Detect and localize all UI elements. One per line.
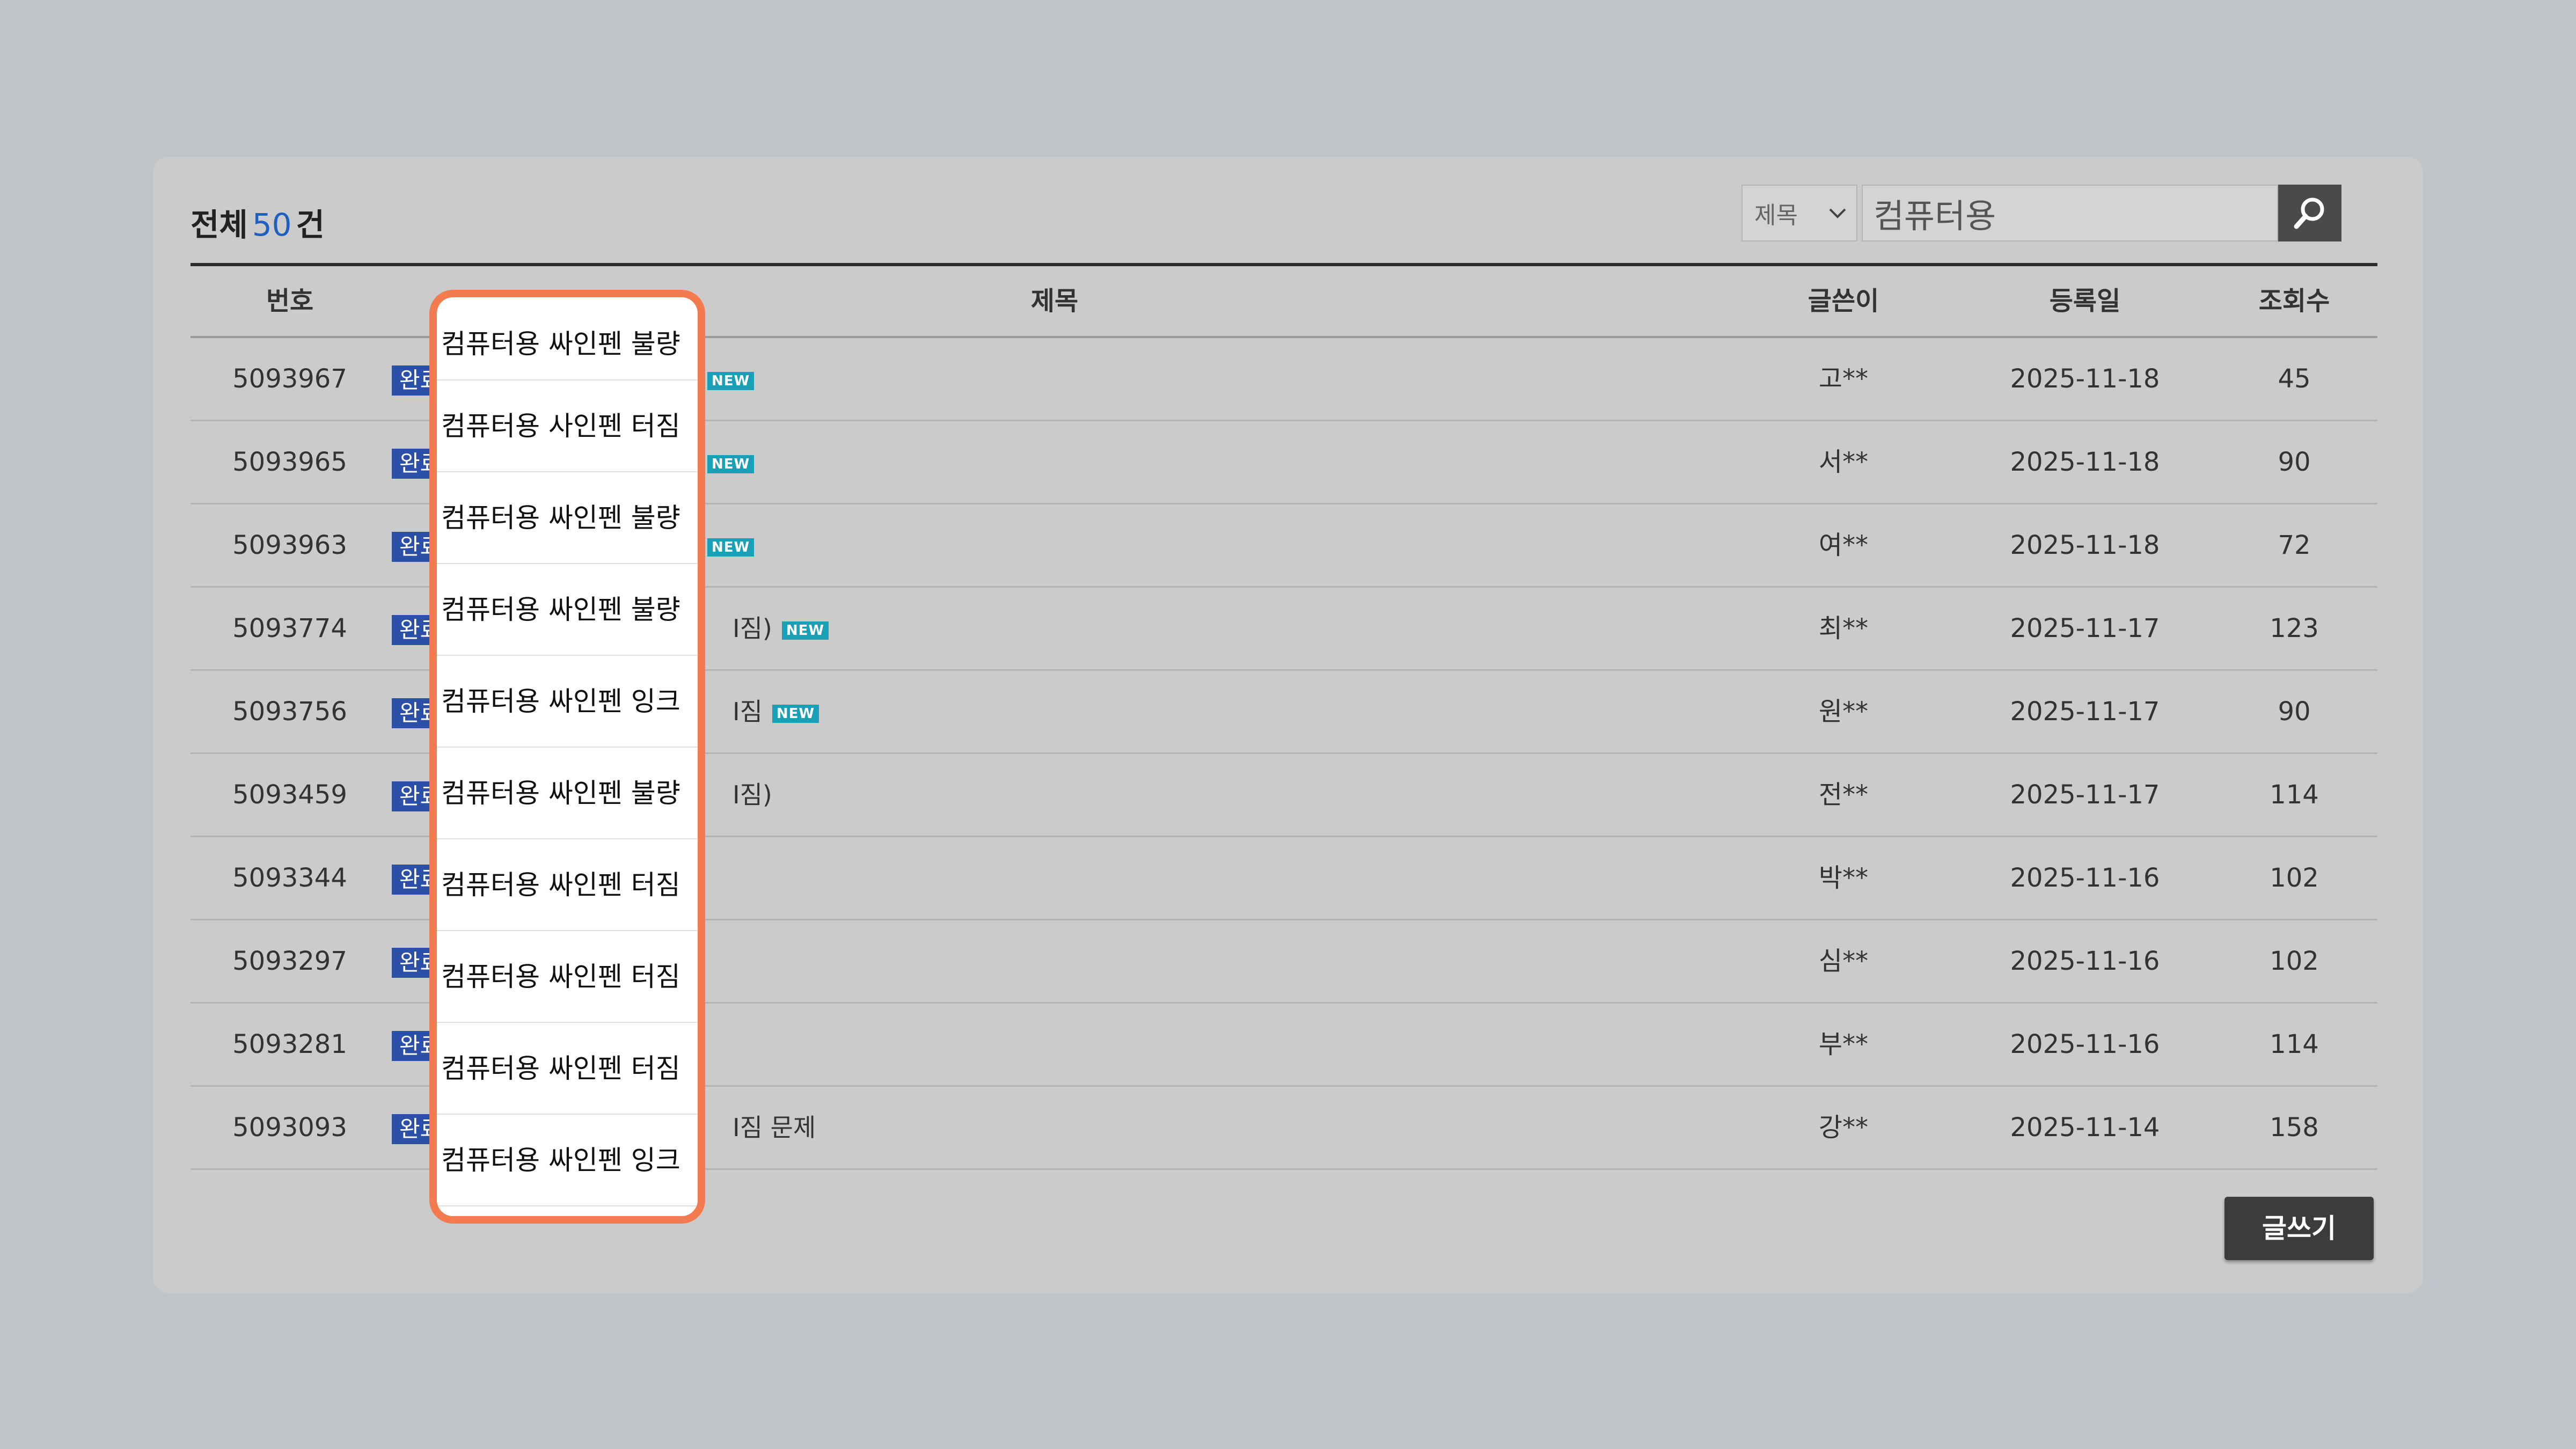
search-icon xyxy=(2294,197,2324,229)
popup-title-item[interactable]: 컴퓨터용 싸인펜 불량 xyxy=(437,297,698,380)
post-views: 72 xyxy=(2278,530,2311,560)
total-suffix: 건 xyxy=(296,207,325,243)
search-query: 컴퓨터용 xyxy=(1874,196,1996,236)
post-writer: 여** xyxy=(1818,530,1869,560)
post-number: 5093774 xyxy=(232,613,347,643)
post-writer: 강** xyxy=(1818,1113,1869,1143)
header-views: 조회수 xyxy=(2258,286,2330,316)
post-views: 90 xyxy=(2278,697,2311,727)
post-writer: 전** xyxy=(1818,780,1869,810)
post-views: 102 xyxy=(2270,946,2319,976)
post-number: 5093297 xyxy=(232,946,347,976)
post-number: 5093281 xyxy=(232,1029,347,1059)
post-writer: 원** xyxy=(1818,697,1869,727)
post-views: 158 xyxy=(2270,1113,2319,1143)
popup-title-item[interactable]: 컴퓨터용 싸인펜 불량 xyxy=(437,748,698,839)
total-count-label: 전체 50 건 xyxy=(191,200,325,245)
post-number: 5093459 xyxy=(232,780,347,810)
post-number: 5093344 xyxy=(232,863,347,893)
post-number: 5093093 xyxy=(232,1113,347,1143)
search-input[interactable]: 컴퓨터용 xyxy=(1862,185,2278,241)
search-button[interactable] xyxy=(2278,185,2341,241)
post-views: 114 xyxy=(2270,780,2319,810)
post-date: 2025-11-18 xyxy=(2010,530,2160,560)
popup-title-item[interactable]: 컴퓨터용 싸인펜 잉크 xyxy=(437,1115,698,1206)
new-badge: NEW xyxy=(707,538,755,557)
post-views: 123 xyxy=(2270,613,2319,643)
post-date: 2025-11-16 xyxy=(2010,1029,2160,1059)
post-date: 2025-11-16 xyxy=(2010,863,2160,893)
post-writer: 박** xyxy=(1818,863,1869,893)
post-views: 45 xyxy=(2278,364,2311,394)
post-date: 2025-11-16 xyxy=(2010,946,2160,976)
post-title-tail: I짐 문제 xyxy=(733,1113,816,1142)
post-date: 2025-11-14 xyxy=(2010,1113,2160,1143)
total-count: 50 xyxy=(252,207,292,243)
post-title-tail: I짐) xyxy=(733,780,772,809)
new-badge: NEW xyxy=(707,455,755,473)
header-date: 등록일 xyxy=(2049,286,2121,316)
post-date: 2025-11-17 xyxy=(2010,613,2160,643)
new-badge: NEW xyxy=(707,371,755,390)
search-bar: 제목 컴퓨터용 xyxy=(1741,185,2341,243)
popup-title-item[interactable]: 컴퓨터용 사인펜 터짐 xyxy=(437,380,698,472)
title-highlight-popup: 컴퓨터용 싸인펜 불량 컴퓨터용 사인펜 터짐 컴퓨터용 싸인펜 불량 컴퓨터용… xyxy=(429,290,705,1224)
post-writer: 서** xyxy=(1818,447,1869,477)
search-field-value: 제목 xyxy=(1754,202,1798,229)
post-date: 2025-11-17 xyxy=(2010,697,2160,727)
post-views: 90 xyxy=(2278,447,2311,477)
chevron-down-icon xyxy=(1829,208,1846,218)
popup-title-item[interactable]: 컴퓨터용 싸인펜 잉크 xyxy=(437,656,698,748)
post-title-tail: NEW xyxy=(698,504,755,586)
popup-title-item[interactable]: 컴퓨터용 싸인펜 터짐 xyxy=(437,1023,698,1115)
post-date: 2025-11-18 xyxy=(2010,447,2160,477)
post-views: 102 xyxy=(2270,863,2319,893)
post-date: 2025-11-17 xyxy=(2010,780,2160,810)
post-writer: 심** xyxy=(1818,946,1869,976)
post-number: 5093967 xyxy=(232,364,347,394)
write-button[interactable]: 글쓰기 xyxy=(2224,1197,2374,1260)
post-writer: 부** xyxy=(1818,1029,1869,1059)
post-views: 114 xyxy=(2270,1029,2319,1059)
post-title-tail: I짐) NEW xyxy=(733,588,829,669)
header-no: 번호 xyxy=(266,286,314,316)
total-prefix: 전체 xyxy=(191,207,248,243)
new-badge: NEW xyxy=(781,621,829,640)
post-date: 2025-11-18 xyxy=(2010,364,2160,394)
header-writer: 글쓴이 xyxy=(1807,286,1879,316)
post-title-tail: NEW xyxy=(698,421,755,503)
post-title-tail: I짐 NEW xyxy=(733,671,819,752)
new-badge: NEW xyxy=(772,704,819,723)
post-number: 5093756 xyxy=(232,697,347,727)
search-field-select[interactable]: 제목 xyxy=(1741,185,1857,241)
post-writer: 최** xyxy=(1818,613,1869,643)
popup-title-item[interactable]: 컴퓨터용 싸인펜 불량 xyxy=(437,472,698,564)
popup-title-item[interactable]: 컴퓨터용 싸인펜 불량 xyxy=(437,564,698,656)
popup-title-item[interactable]: 컴퓨터용 싸인펜 터짐 xyxy=(437,931,698,1023)
post-number: 5093963 xyxy=(232,530,347,560)
post-title-tail: NEW xyxy=(698,338,755,420)
post-number: 5093965 xyxy=(232,447,347,477)
post-writer: 고** xyxy=(1818,364,1869,394)
popup-title-item[interactable]: 컴퓨터용 싸인펜 터짐 xyxy=(437,839,698,931)
